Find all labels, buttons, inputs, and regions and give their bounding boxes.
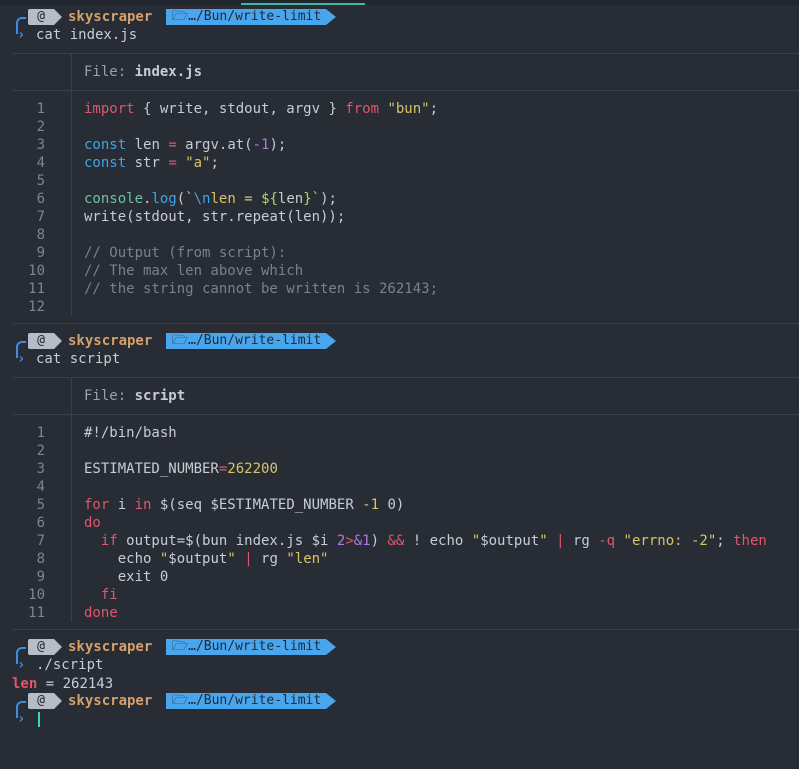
code-line: 1 #!/bin/bash <box>36 425 177 441</box>
debian-swirl-icon: @ <box>28 9 54 25</box>
prompt-host: skyscraper <box>68 639 153 655</box>
code-line: 5 for i in $(seq $ESTIMATED_NUMBER -1 0) <box>36 497 405 513</box>
command-text: ./script <box>36 657 104 673</box>
terminal-input[interactable] <box>36 710 40 728</box>
code-line: 10 fi <box>28 587 118 603</box>
prompt-corner <box>16 17 26 26</box>
code-line: 3 const len = argv.at(-1); <box>36 137 287 153</box>
command-text: cat index.js <box>36 27 138 43</box>
folder-open-icon: 🗁 <box>172 693 189 708</box>
code-line: 3 ESTIMATED_NUMBER=262200 <box>36 461 278 477</box>
output-key: len <box>12 676 38 692</box>
code-line: 6 console.log(`\nlen = ${len}`); <box>36 191 337 207</box>
segment-separator <box>54 9 62 25</box>
code-line: 8 <box>36 227 45 243</box>
code-line: 4 const str = "a"; <box>36 155 219 171</box>
file-name: script <box>134 388 186 404</box>
folder-open-icon: 🗁 <box>172 333 189 348</box>
code-line: 2 <box>36 443 45 459</box>
prompt-chevron-icon: › <box>17 351 26 367</box>
output-value: = 262143 <box>37 676 114 692</box>
file-header: File: index.js <box>13 54 799 91</box>
code-line: 7 if output=$(bun index.js $i 2>&1) && !… <box>36 533 767 549</box>
prompt-block: @ skyscraper 🗁…/Bun/write-limit › cat sc… <box>0 332 799 368</box>
code-body: 1 #!/bin/bash 2 3 ESTIMATED_NUMBER=262200 … <box>13 415 799 622</box>
debian-swirl-icon: @ <box>28 333 54 349</box>
code-line: 12 <box>28 299 45 315</box>
prompt-path-text: …/Bun/write-limit <box>188 639 322 654</box>
prompt-path: 🗁…/Bun/write-limit <box>166 639 326 655</box>
text-cursor <box>38 711 40 727</box>
file-viewer-script: File: script 1 #!/bin/bash 2 3 ESTIMATED_N… <box>13 377 799 630</box>
prompt-chevron-icon: › <box>17 711 26 727</box>
prompt-path: 🗁…/Bun/write-limit <box>166 333 326 349</box>
code-line: 11// the string cannot be written is 262… <box>28 281 439 297</box>
code-line: 11 done <box>28 605 118 621</box>
prompt-chevron-icon: › <box>17 657 26 673</box>
segment-separator <box>326 9 336 25</box>
prompt-host: skyscraper <box>68 693 153 709</box>
file-label: File: <box>84 64 127 80</box>
command-output: len = 262143 <box>12 675 113 693</box>
code-line: 2 <box>36 119 45 135</box>
window-top-bar <box>0 0 799 5</box>
debian-swirl-icon: @ <box>28 639 54 655</box>
debian-swirl-icon: @ <box>28 693 54 709</box>
active-prompt[interactable]: @ skyscraper 🗁…/Bun/write-limit › <box>0 692 799 728</box>
file-label: File: <box>84 388 127 404</box>
code-line: 5 <box>36 173 45 189</box>
prompt-path: 🗁…/Bun/write-limit <box>166 9 326 25</box>
file-viewer-index-js: File: index.js 1 import { write, stdout, … <box>13 53 799 324</box>
code-line: 10// The max len above which <box>28 263 304 279</box>
prompt-path-text: …/Bun/write-limit <box>188 333 322 348</box>
code-body: 1 import { write, stdout, argv } from "bu… <box>13 91 799 316</box>
prompt-block: @ skyscraper 🗁…/Bun/write-limit › cat in… <box>0 8 799 44</box>
code-line: 6 do <box>36 515 101 531</box>
command-text: cat script <box>36 351 121 367</box>
active-tab-indicator <box>241 3 365 5</box>
prompt-path-text: …/Bun/write-limit <box>188 693 322 708</box>
prompt-host: skyscraper <box>68 9 153 25</box>
folder-open-icon: 🗁 <box>172 9 189 24</box>
prompt-block: @ skyscraper 🗁…/Bun/write-limit › ./scri… <box>0 638 799 674</box>
code-line: 9 exit 0 <box>36 569 169 585</box>
code-line: 7 write(stdout, str.repeat(len)); <box>36 209 346 225</box>
folder-open-icon: 🗁 <box>172 639 189 654</box>
code-line: 4 <box>36 479 45 495</box>
prompt-path: 🗁…/Bun/write-limit <box>166 693 326 709</box>
prompt-chevron-icon: › <box>17 27 26 43</box>
prompt-path-text: …/Bun/write-limit <box>188 9 322 24</box>
file-name: index.js <box>134 64 203 80</box>
code-line: 9// Output (from script): <box>36 245 287 261</box>
file-header: File: script <box>13 378 799 415</box>
prompt-host: skyscraper <box>68 333 153 349</box>
code-line: 1 import { write, stdout, argv } from "bu… <box>36 101 439 117</box>
code-line: 8 echo "$output" | rg "len" <box>36 551 329 567</box>
